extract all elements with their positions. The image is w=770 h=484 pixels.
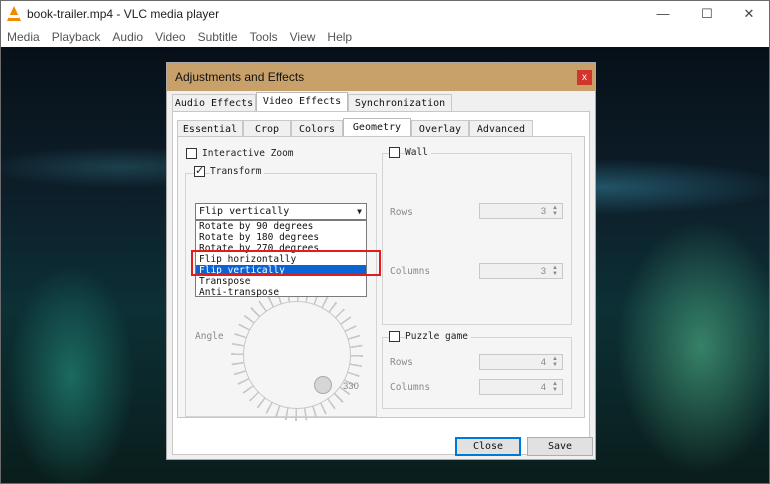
transform-label: Transform [210, 166, 265, 177]
dialog-title: Adjustments and Effects [175, 70, 305, 84]
tab-overlay[interactable]: Overlay [411, 120, 469, 137]
puzzle-group [382, 337, 572, 409]
option-transpose[interactable]: Transpose [196, 276, 366, 287]
dial-face [243, 301, 351, 409]
puzzle-columns-label: Columns [390, 382, 431, 393]
wall-columns-value: 3 [540, 266, 546, 277]
transform-select[interactable]: Flip vertically ▼ [195, 203, 367, 220]
spin-arrows-icon[interactable]: ▲ ▼ [550, 265, 560, 277]
wall-label: Wall [405, 147, 431, 158]
tab-geometry[interactable]: Geometry [343, 118, 411, 137]
puzzle-rows-label: Rows [390, 357, 413, 368]
option-anti-transpose[interactable]: Anti-transpose [196, 287, 366, 298]
tab-crop[interactable]: Crop [243, 120, 291, 137]
minimize-button[interactable]: — [641, 1, 685, 27]
angle-value: 330 [343, 381, 359, 392]
angle-dial[interactable] [231, 289, 363, 421]
menu-playback[interactable]: Playback [46, 27, 107, 44]
option-rotate-180[interactable]: Rotate by 180 degrees [196, 232, 366, 243]
dial-knob[interactable] [314, 376, 332, 394]
angle-label: Angle [195, 331, 224, 342]
puzzle-label: Puzzle game [405, 331, 471, 342]
interactive-zoom-checkbox[interactable] [186, 148, 197, 159]
spin-arrows-icon[interactable]: ▲ ▼ [550, 205, 560, 217]
title-bar: book-trailer.mp4 - VLC media player — ☐ … [1, 1, 769, 27]
vlc-window: book-trailer.mp4 - VLC media player — ☐ … [0, 0, 770, 484]
dialog-close-icon[interactable]: x [577, 70, 592, 85]
tab-colors[interactable]: Colors [291, 120, 343, 137]
menu-audio[interactable]: Audio [106, 27, 149, 44]
puzzle-columns-spinbox[interactable]: 4 ▲ ▼ [479, 379, 563, 395]
spin-arrows-icon[interactable]: ▲ ▼ [550, 356, 560, 368]
dialog-title-bar: Adjustments and Effects x [167, 63, 595, 91]
close-button[interactable]: Close [455, 437, 521, 456]
highlight-box [191, 250, 381, 276]
menu-help[interactable]: Help [321, 27, 358, 44]
menu-media[interactable]: Media [1, 27, 46, 44]
wall-rows-label: Rows [390, 207, 413, 218]
menu-bar: Media Playback Audio Video Subtitle Tools View… [1, 27, 769, 47]
maximize-button[interactable]: ☐ [685, 1, 729, 27]
chevron-down-icon: ▼ [357, 207, 362, 216]
wall-group [382, 153, 572, 325]
close-window-button[interactable]: ✕ [727, 1, 769, 27]
wall-rows-value: 3 [540, 206, 546, 217]
tab-advanced[interactable]: Advanced [469, 120, 533, 137]
wall-checkbox[interactable] [389, 147, 400, 158]
menu-view[interactable]: View [284, 27, 322, 44]
puzzle-columns-value: 4 [540, 382, 546, 393]
tab-video-effects[interactable]: Video Effects [256, 92, 348, 111]
spin-arrows-icon[interactable]: ▲ ▼ [550, 381, 560, 393]
interactive-zoom-label: Interactive Zoom [202, 148, 294, 159]
puzzle-rows-value: 4 [540, 357, 546, 368]
menu-tools[interactable]: Tools [244, 27, 284, 44]
tab-audio-effects[interactable]: Audio Effects [172, 94, 256, 111]
wall-columns-spinbox[interactable]: 3 ▲ ▼ [479, 263, 563, 279]
menu-subtitle[interactable]: Subtitle [192, 27, 244, 44]
tab-essential[interactable]: Essential [177, 120, 243, 137]
transform-selected-value: Flip vertically [199, 206, 290, 217]
window-title: book-trailer.mp4 - VLC media player [27, 7, 220, 21]
wall-columns-label: Columns [390, 266, 431, 277]
transform-checkbox[interactable] [194, 164, 205, 177]
tab-synchronization[interactable]: Synchronization [348, 94, 452, 111]
puzzle-rows-spinbox[interactable]: 4 ▲ ▼ [479, 354, 563, 370]
vlc-cone-icon [7, 6, 21, 21]
option-rotate-90[interactable]: Rotate by 90 degrees [196, 221, 366, 232]
puzzle-checkbox[interactable] [389, 331, 400, 342]
adjustments-dialog: Adjustments and Effects x Audio Effects … [166, 62, 596, 460]
save-button[interactable]: Save [527, 437, 593, 456]
menu-video[interactable]: Video [149, 27, 191, 44]
wall-rows-spinbox[interactable]: 3 ▲ ▼ [479, 203, 563, 219]
